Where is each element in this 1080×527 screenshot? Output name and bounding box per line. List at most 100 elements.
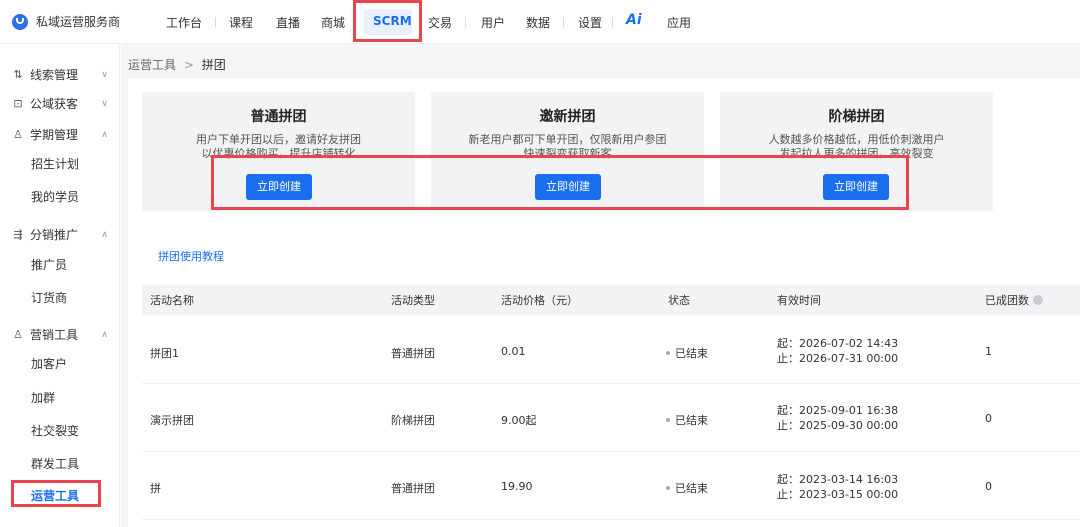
- status-text: 已结束: [675, 347, 708, 360]
- card-desc-line: 人数越多价格越低，用低价刺激用户: [768, 133, 945, 146]
- nav-separator: [215, 17, 216, 27]
- nav-item-course[interactable]: 课程: [229, 14, 253, 31]
- cell-valid-time: 起：2025-09-01 16:38 止：2025-09-30 00:00: [777, 403, 898, 433]
- status-dot-icon: [666, 418, 670, 422]
- nav-item-mall[interactable]: 商城: [321, 14, 345, 31]
- highlight-box-sidebar: [11, 480, 101, 507]
- status-text: 已结束: [675, 482, 708, 495]
- highlight-box-nav: [353, 0, 422, 42]
- cell-groups-formed: 0: [985, 480, 992, 493]
- time-end: 止：2026-07-31 00:00: [777, 352, 899, 365]
- column-header-name: 活动名称: [150, 294, 194, 307]
- status-dot-icon: [666, 486, 670, 490]
- card-desc-line: 用户下单开团以后，邀请好友拼团: [196, 133, 361, 146]
- sidebar-item-social-fission[interactable]: 社交裂变: [31, 422, 79, 439]
- public-domain-icon: ⊡: [13, 97, 23, 110]
- cell-status: 已结束: [666, 480, 708, 496]
- cell-price: 9.00起: [501, 414, 537, 427]
- cell-status: 已结束: [666, 345, 708, 361]
- sidebar-group-term[interactable]: ♙ 学期管理 ∧: [12, 126, 108, 143]
- cell-type: 阶梯拼团: [391, 414, 435, 427]
- user-icon: ♙: [13, 328, 23, 341]
- card-title: 阶梯拼团: [828, 109, 885, 125]
- sidebar-group-distribution[interactable]: ⇶ 分销推广 ∧: [12, 226, 108, 243]
- sidebar-group-label: 分销推广: [30, 228, 79, 242]
- column-header-valid-time: 有效时间: [777, 294, 821, 307]
- card-title: 邀新拼团: [539, 109, 596, 125]
- cell-price: 0.01: [501, 345, 526, 358]
- chevron-up-icon: ∧: [101, 329, 108, 340]
- chevron-up-icon: ∧: [101, 229, 108, 240]
- cell-type: 普通拼团: [391, 482, 435, 495]
- time-end: 止：2025-09-30 00:00: [777, 419, 899, 432]
- column-header-label: 已成团数: [985, 294, 1029, 307]
- card-desc-line: 新老用户都可下单开团，仅限新用户参团: [468, 133, 667, 146]
- row-divider: [142, 519, 1080, 520]
- main-nav: 工作台 课程 直播 商城 SCRM 交易 用户 数据 设置 Ai 应用: [0, 0, 1080, 44]
- sidebar-item-add-customer[interactable]: 加客户: [31, 355, 67, 372]
- ai-icon[interactable]: Ai: [626, 12, 642, 28]
- sidebar-group-leads[interactable]: ⇅ 线索管理 ∨: [12, 66, 108, 83]
- cell-type: 普通拼团: [391, 347, 435, 360]
- cell-name[interactable]: 演示拼团: [150, 412, 194, 428]
- nav-item-workbench[interactable]: 工作台: [166, 14, 202, 31]
- highlight-box-create-buttons: [211, 155, 909, 210]
- nav-item-live[interactable]: 直播: [276, 14, 300, 31]
- top-navbar: 私域运营服务商 工作台 课程 直播 商城 SCRM 交易 用户 数据 设置 Ai…: [0, 0, 1080, 44]
- column-header-price: 活动价格（元）: [501, 294, 578, 307]
- sidebar-item-add-group[interactable]: 加群: [31, 389, 55, 406]
- breadcrumb-current: 拼团: [201, 58, 226, 72]
- sidebar-group-label: 学期管理: [30, 128, 79, 142]
- cell-name[interactable]: 拼: [150, 480, 161, 496]
- breadcrumb: 运营工具 > 拼团: [128, 56, 226, 73]
- status-dot-icon: [666, 351, 670, 355]
- time-end: 止：2023-03-15 00:00: [777, 488, 899, 501]
- chevron-up-icon: ∧: [101, 129, 108, 140]
- cell-groups-formed: 0: [985, 412, 992, 425]
- sidebar-item-my-students[interactable]: 我的学员: [31, 188, 79, 205]
- time-start: 起：2026-07-02 14:43: [777, 337, 899, 350]
- nav-item-trade[interactable]: 交易: [428, 14, 452, 31]
- nav-separator: [563, 17, 564, 27]
- share-icon: ⇶: [13, 228, 23, 241]
- cell-groups-formed: 1: [985, 345, 992, 358]
- cell-valid-time: 起：2026-07-02 14:43 止：2026-07-31 00:00: [777, 336, 898, 366]
- breadcrumb-parent[interactable]: 运营工具: [128, 58, 176, 72]
- info-icon[interactable]: [1033, 295, 1043, 305]
- cell-name[interactable]: 拼团1: [150, 345, 179, 361]
- table-header: [142, 285, 1080, 315]
- sidebar-item-distributor[interactable]: 订货商: [31, 289, 67, 306]
- column-header-groups-formed: 已成团数: [985, 292, 1043, 308]
- sidebar-group-label: 公域获客: [30, 97, 79, 111]
- nav-separator: [465, 17, 466, 27]
- chevron-down-icon: ∨: [101, 98, 108, 109]
- chevron-down-icon: ∨: [101, 69, 108, 80]
- sidebar-group-label: 营销工具: [30, 328, 79, 342]
- nav-separator: [612, 17, 613, 27]
- nav-item-settings[interactable]: 设置: [578, 14, 602, 31]
- breadcrumb-separator: >: [183, 58, 194, 72]
- status-text: 已结束: [675, 414, 708, 427]
- nav-item-users[interactable]: 用户: [481, 14, 505, 31]
- nav-item-data[interactable]: 数据: [526, 14, 550, 31]
- row-divider: [142, 383, 1080, 384]
- tutorial-link[interactable]: 拼团使用教程: [158, 248, 224, 264]
- sidebar-item-promoter[interactable]: 推广员: [31, 256, 67, 273]
- sidebar-item-mass-send[interactable]: 群发工具: [31, 455, 79, 472]
- time-start: 起：2025-09-01 16:38: [777, 404, 899, 417]
- user-icon: ♙: [13, 128, 23, 141]
- sidebar-group-public[interactable]: ⊡ 公域获客 ∨: [12, 95, 108, 112]
- column-header-type: 活动类型: [391, 294, 435, 307]
- cell-valid-time: 起：2023-03-14 16:03 止：2023-03-15 00:00: [777, 472, 898, 502]
- time-start: 起：2023-03-14 16:03: [777, 473, 899, 486]
- cell-status: 已结束: [666, 412, 708, 428]
- card-title: 普通拼团: [250, 109, 307, 125]
- sidebar-item-enroll-plan[interactable]: 招生计划: [31, 155, 79, 172]
- column-header-status: 状态: [668, 294, 690, 307]
- leads-icon: ⇅: [13, 68, 23, 81]
- sidebar-group-marketing[interactable]: ♙ 营销工具 ∧: [12, 326, 108, 343]
- sidebar-group-label: 线索管理: [30, 68, 79, 82]
- row-divider: [142, 451, 1080, 452]
- cell-price: 19.90: [501, 480, 533, 493]
- nav-item-apps[interactable]: 应用: [667, 14, 691, 31]
